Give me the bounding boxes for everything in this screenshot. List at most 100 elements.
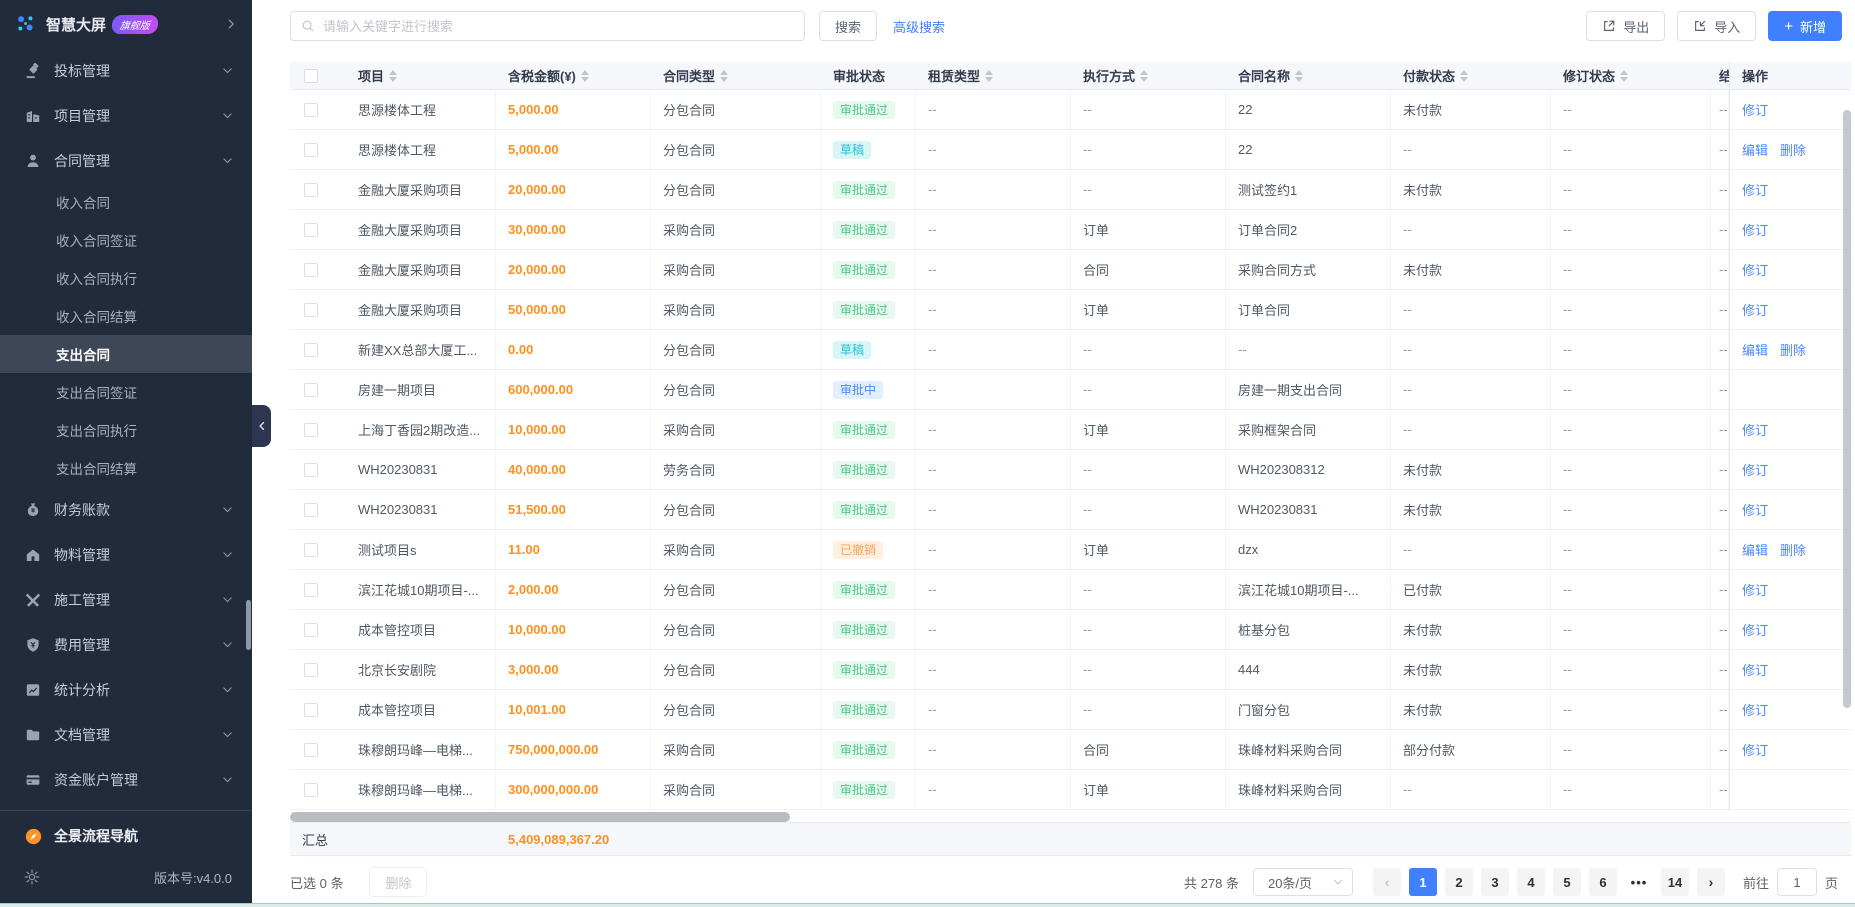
delete-link[interactable]: 删除: [1780, 140, 1806, 159]
page-button-1[interactable]: 1: [1409, 868, 1437, 896]
row-checkbox[interactable]: [304, 143, 318, 157]
column-header-revision[interactable]: 修订状态: [1551, 62, 1711, 89]
row-checkbox[interactable]: [304, 263, 318, 277]
row-checkbox[interactable]: [304, 783, 318, 797]
revise-link[interactable]: 修订: [1742, 220, 1768, 239]
search-button[interactable]: 搜索: [819, 11, 877, 41]
sidebar-subitem-expense-contract[interactable]: 支出合同: [0, 335, 252, 373]
app-logo[interactable]: 智慧大屏 旗舰版: [0, 0, 252, 48]
row-checkbox[interactable]: [304, 383, 318, 397]
sidebar-collapse-handle[interactable]: [252, 405, 271, 447]
sort-caret-icon[interactable]: [1295, 70, 1303, 82]
revise-link[interactable]: 修订: [1742, 740, 1768, 759]
sort-caret-icon[interactable]: [581, 70, 589, 82]
prev-page-button[interactable]: ‹: [1373, 868, 1401, 896]
row-checkbox[interactable]: [304, 183, 318, 197]
sidebar-subitem-income-contract-settle[interactable]: 收入合同结算: [0, 297, 252, 335]
sidebar-item-finance[interactable]: 财务账款: [0, 487, 252, 532]
row-checkbox[interactable]: [304, 703, 318, 717]
revise-link[interactable]: 修订: [1742, 460, 1768, 479]
edit-link[interactable]: 编辑: [1742, 140, 1768, 159]
column-header-type[interactable]: 合同类型: [651, 62, 821, 89]
revise-link[interactable]: 修订: [1742, 180, 1768, 199]
sidebar-item-bid[interactable]: 投标管理: [0, 48, 252, 93]
revise-link[interactable]: 修订: [1742, 300, 1768, 319]
export-button[interactable]: 导出: [1586, 11, 1665, 41]
bulk-delete-button[interactable]: 删除: [369, 867, 427, 897]
revise-link[interactable]: 修订: [1742, 100, 1768, 119]
advanced-search-link[interactable]: 高级搜索: [893, 17, 945, 36]
edit-link[interactable]: 编辑: [1742, 540, 1768, 559]
pagination-ellipsis[interactable]: •••: [1625, 868, 1653, 896]
revise-link[interactable]: 修订: [1742, 580, 1768, 599]
revise-link[interactable]: 修订: [1742, 700, 1768, 719]
import-icon: [1693, 19, 1707, 33]
sidebar-item-project[interactable]: 项目管理: [0, 93, 252, 138]
edit-link[interactable]: 编辑: [1742, 340, 1768, 359]
sort-caret-icon[interactable]: [1460, 70, 1468, 82]
row-checkbox[interactable]: [304, 303, 318, 317]
sidebar-subitem-expense-contract-visa[interactable]: 支出合同签证: [0, 373, 252, 411]
next-page-button[interactable]: ›: [1697, 868, 1725, 896]
column-header-exec[interactable]: 执行方式: [1071, 62, 1226, 89]
sidebar-subitem-income-contract[interactable]: 收入合同: [0, 183, 252, 221]
row-checkbox[interactable]: [304, 663, 318, 677]
row-checkbox[interactable]: [304, 583, 318, 597]
page-size-select[interactable]: 20条/页: [1253, 868, 1353, 896]
row-checkbox[interactable]: [304, 623, 318, 637]
select-all-checkbox[interactable]: [304, 69, 318, 83]
sidebar-item-funds[interactable]: 资金账户管理: [0, 757, 252, 802]
sort-caret-icon[interactable]: [1140, 70, 1148, 82]
sidebar-subitem-income-contract-visa[interactable]: 收入合同签证: [0, 221, 252, 259]
revise-link[interactable]: 修订: [1742, 500, 1768, 519]
revise-link[interactable]: 修订: [1742, 660, 1768, 679]
search-input[interactable]: [323, 19, 794, 34]
table-row: 上海丁香园2期改造...10,000.00采购合同审批通过--订单采购框架合同-…: [290, 410, 1851, 450]
page-button-2[interactable]: 2: [1445, 868, 1473, 896]
sidebar-item-document[interactable]: 文档管理: [0, 712, 252, 757]
column-header-ops: 操作: [1729, 62, 1843, 89]
page-button-6[interactable]: 6: [1589, 868, 1617, 896]
sidebar-item-construction[interactable]: 施工管理: [0, 577, 252, 622]
sidebar-item-contract[interactable]: 合同管理: [0, 138, 252, 183]
sidebar-item-stats[interactable]: 统计分析: [0, 667, 252, 712]
revise-link[interactable]: 修订: [1742, 260, 1768, 279]
table-horizontal-scrollbar[interactable]: [290, 812, 790, 822]
page-button-14[interactable]: 14: [1661, 868, 1689, 896]
sort-caret-icon[interactable]: [985, 70, 993, 82]
sidebar-item-expense[interactable]: 费用管理: [0, 622, 252, 667]
sort-caret-icon[interactable]: [1620, 70, 1628, 82]
page-button-5[interactable]: 5: [1553, 868, 1581, 896]
sort-caret-icon[interactable]: [720, 70, 728, 82]
page-button-3[interactable]: 3: [1481, 868, 1509, 896]
sidebar-item-material[interactable]: 物料管理: [0, 532, 252, 577]
row-checkbox[interactable]: [304, 343, 318, 357]
sidebar-subitem-expense-contract-settle[interactable]: 支出合同结算: [0, 449, 252, 487]
column-header-lease[interactable]: 租赁类型: [916, 62, 1071, 89]
goto-page-input[interactable]: [1777, 868, 1817, 896]
column-header-amount[interactable]: 含税金额(¥): [496, 62, 651, 89]
sidebar-subitem-expense-contract-exec[interactable]: 支出合同执行: [0, 411, 252, 449]
column-header-name[interactable]: 合同名称: [1226, 62, 1391, 89]
table-vertical-scrollbar[interactable]: [1843, 110, 1851, 708]
row-checkbox[interactable]: [304, 463, 318, 477]
row-checkbox[interactable]: [304, 503, 318, 517]
sidebar-subitem-income-contract-exec[interactable]: 收入合同执行: [0, 259, 252, 297]
add-button[interactable]: + 新增: [1768, 11, 1842, 41]
column-header-payment[interactable]: 付款状态: [1391, 62, 1551, 89]
revise-link[interactable]: 修订: [1742, 620, 1768, 639]
delete-link[interactable]: 删除: [1780, 340, 1806, 359]
column-header-project[interactable]: 项目: [346, 62, 496, 89]
import-button[interactable]: 导入: [1677, 11, 1756, 41]
gear-icon[interactable]: [24, 869, 40, 885]
row-checkbox[interactable]: [304, 103, 318, 117]
delete-link[interactable]: 删除: [1780, 540, 1806, 559]
revise-link[interactable]: 修订: [1742, 420, 1768, 439]
row-checkbox[interactable]: [304, 543, 318, 557]
page-button-4[interactable]: 4: [1517, 868, 1545, 896]
sidebar-scrollbar[interactable]: [246, 600, 251, 650]
sort-caret-icon[interactable]: [389, 70, 397, 82]
row-checkbox[interactable]: [304, 743, 318, 757]
row-checkbox[interactable]: [304, 223, 318, 237]
row-checkbox[interactable]: [304, 423, 318, 437]
